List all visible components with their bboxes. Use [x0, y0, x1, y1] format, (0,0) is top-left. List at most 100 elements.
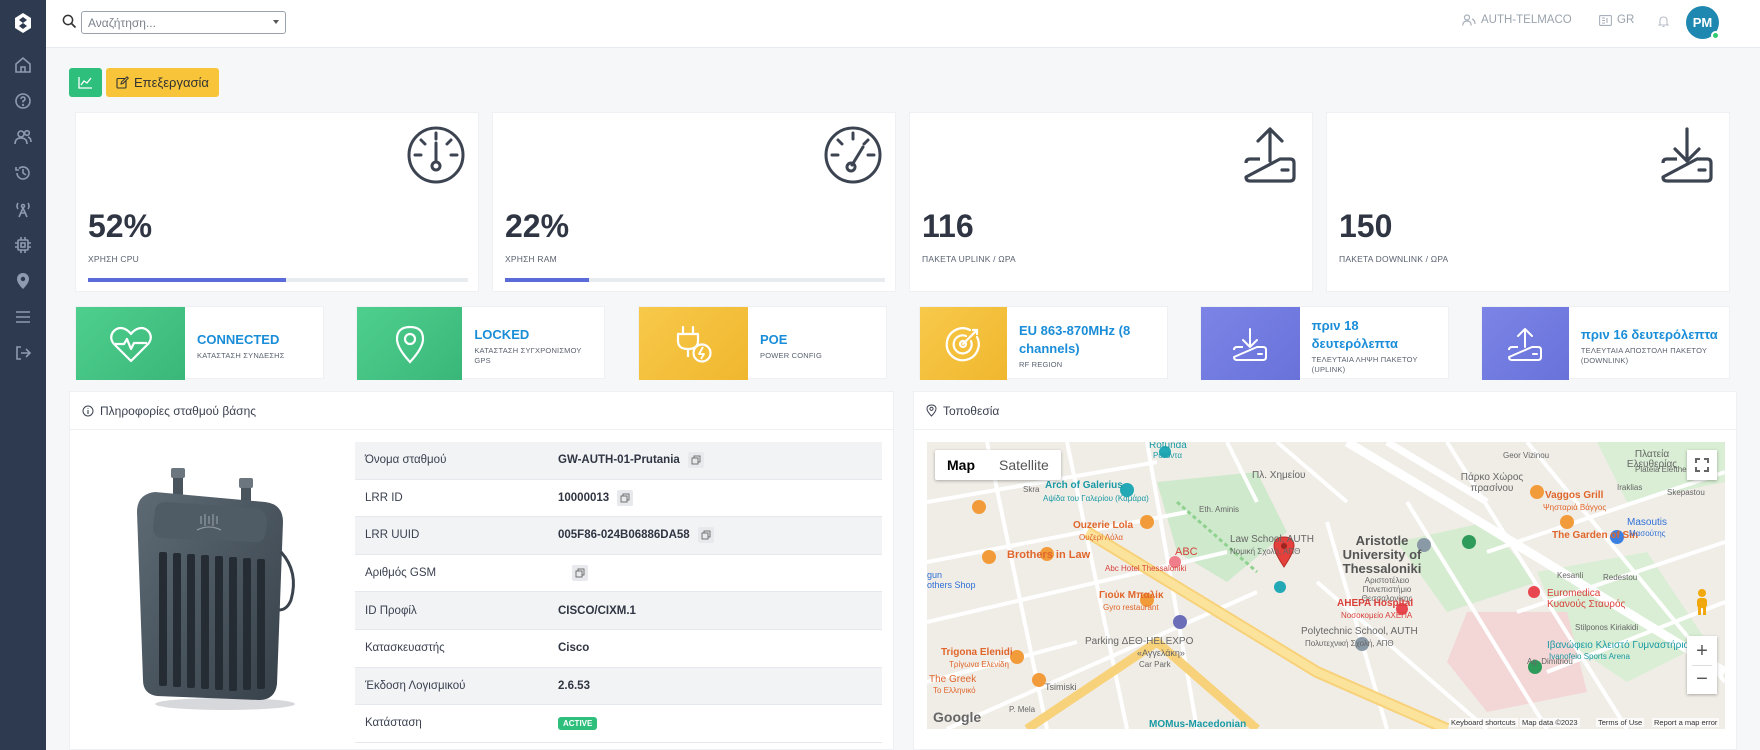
map-label: Parking ΔΕΘ-HELEXPO: [1085, 636, 1194, 647]
copy-button[interactable]: [617, 489, 634, 506]
row-key: Όνομα σταθμού: [365, 454, 447, 467]
upload-icon: [1508, 327, 1543, 361]
org-selector[interactable]: AUTH-TELMACO: [1462, 14, 1572, 26]
map-label: Redestou: [1603, 573, 1638, 582]
speedometer-icon: [824, 126, 882, 184]
map-label: Iraklias: [1617, 483, 1643, 492]
map-label: Μασούτης: [1629, 529, 1666, 538]
map-label: Tsimiski: [1045, 682, 1077, 692]
tab-satellite[interactable]: Satellite: [987, 450, 1061, 480]
map-label: «Αγγελάκη»: [1137, 648, 1185, 658]
line-chart-icon: [78, 77, 92, 89]
keyboard-shortcuts-link[interactable]: Keyboard shortcuts: [1449, 718, 1518, 727]
antenna-icon: [16, 202, 30, 218]
table-row: Κατάσταση ACTIVE: [355, 705, 882, 743]
ram-label: ΧΡΗΣΗ RAM: [505, 254, 557, 264]
last-downlink-card: πριν 16 δευτερόλεπτα ΤΕΛΕΥΤΑΙΑ ΑΠΟΣΤΟΛΗ …: [1481, 306, 1730, 380]
map-label: Aristotle University of Thessaloniki: [1342, 533, 1422, 576]
edit-button[interactable]: Επεξεργασία: [106, 68, 219, 97]
sidebar-item-users[interactable]: [0, 119, 46, 155]
google-logo: Google: [933, 709, 982, 725]
logo-icon: [15, 13, 31, 33]
copy-button[interactable]: [697, 527, 714, 544]
map-label: Eth. Aminis: [1199, 505, 1240, 514]
map-label: Γιούκ Μπαλίκ: [1099, 590, 1164, 601]
sidebar-item-logout[interactable]: [0, 335, 46, 371]
fullscreen-icon: [1695, 458, 1709, 472]
ram-progress-fill: [505, 278, 589, 282]
map-label: The Garden of Sin: [1552, 530, 1639, 541]
map-view[interactable]: Rotunda Ροτόντα Arch of Galerius Αψίδα τ…: [927, 442, 1725, 729]
map-data-credit: Map data ©2023: [1520, 718, 1580, 727]
zoom-in-button[interactable]: +: [1696, 637, 1708, 665]
gateway-device-image: [137, 468, 295, 710]
station-info-title: Πληροφορίες σταθμού βάσης: [100, 403, 257, 418]
sidebar-item-home[interactable]: [0, 47, 46, 83]
profile-id-value: CISCO/CIXM.1: [558, 604, 636, 617]
pegman-icon: [1697, 589, 1707, 615]
map-label: Πολυτεχνική Σχολή, ΑΠΘ: [1305, 639, 1394, 648]
gps-status-label: ΚΑΤΑΣΤΑΣΗ ΣΥΓΧΡΟΝΙΣΜΟΥ GPS: [474, 345, 582, 365]
cpu-usage-card: 52% ΧΡΗΣΗ CPU: [75, 112, 479, 292]
report-error-link[interactable]: Report a map error: [1652, 718, 1720, 727]
sidebar-item-devices[interactable]: [0, 227, 46, 263]
map-label: Polytechnic School, AUTH: [1301, 626, 1418, 637]
sidebar: [0, 0, 46, 750]
users-icon: [1462, 14, 1476, 26]
map-label: P. Mela: [1009, 705, 1036, 714]
map-label: Κυανούς Σταυρός: [1547, 599, 1626, 610]
copy-button[interactable]: [572, 565, 588, 582]
status-badge: ACTIVE: [558, 716, 598, 730]
radar-icon: [946, 326, 981, 361]
power-config: POE: [760, 331, 788, 347]
tab-map[interactable]: Map: [935, 450, 987, 480]
chart-button[interactable]: [69, 68, 102, 97]
map-pin-icon: [395, 325, 424, 364]
lrr-uuid-value: 005F86-024B06886DA58: [558, 529, 690, 542]
map-label: Law School, AUTH: [1230, 534, 1314, 545]
plug-icon: [676, 325, 712, 363]
fullscreen-button[interactable]: [1687, 450, 1717, 480]
rf-region: EU 863-870MHz (8 channels): [1018, 322, 1131, 356]
notifications-button[interactable]: [1658, 15, 1669, 28]
sidebar-item-history[interactable]: [0, 155, 46, 191]
sidebar-item-locations[interactable]: [0, 263, 46, 299]
location-icon: [17, 273, 29, 289]
table-row: LRR ID 10000013: [355, 480, 882, 518]
cpu-label: ΧΡΗΣΗ CPU: [88, 254, 139, 264]
lrr-id-value: 10000013: [558, 491, 610, 504]
sidebar-item-gateways[interactable]: [0, 191, 46, 227]
row-key: ID Προφίλ: [365, 604, 417, 617]
language-selector[interactable]: GR: [1599, 14, 1634, 26]
power-config-card: POE POWER CONFIG: [638, 306, 887, 380]
cpu-progress: [88, 278, 468, 282]
street-view-button[interactable]: [1687, 587, 1717, 617]
copy-button[interactable]: [687, 452, 704, 469]
sidebar-item-help[interactable]: [0, 83, 46, 119]
zoom-out-button[interactable]: −: [1696, 666, 1708, 694]
org-name: AUTH-TELMACO: [1481, 14, 1572, 26]
map-label: Car Park: [1139, 660, 1171, 669]
search-input[interactable]: Αναζήτηση...: [81, 11, 286, 34]
map-label: Τρίγωνα Ελενίδη: [949, 660, 1009, 669]
terms-link[interactable]: Terms of Use: [1596, 718, 1645, 727]
map-label: Abc Hotel Thessaloniki: [1105, 564, 1187, 573]
download-icon: [1233, 327, 1268, 361]
avatar[interactable]: PM: [1686, 6, 1720, 40]
avatar-initials: PM: [1692, 15, 1713, 30]
map-label: Brothers in Law: [1007, 549, 1091, 561]
map-label: MOMus-Macedonian: [1149, 719, 1247, 729]
last-uplink-label: ΤΕΛΕΥΤΑΙΑ ΛΗΨΗ ΠΑΚΕΤΟΥ (UPLINK): [1311, 354, 1418, 374]
ram-usage-card: 22% ΧΡΗΣΗ RAM: [492, 112, 896, 292]
map-label: Ψησταριά Βάγγος: [1543, 503, 1607, 512]
search-icon[interactable]: [62, 14, 77, 29]
map-label: others Shop: [927, 580, 976, 590]
search-placeholder: Αναζήτηση...: [88, 16, 156, 30]
map-label: Gyro restaurant: [1103, 603, 1159, 612]
station-info-table: Όνομα σταθμού GW-AUTH-01-Prutania LRR ID…: [355, 442, 882, 743]
row-key: Κατάσταση: [365, 717, 422, 730]
map-type-control: Map Satellite: [935, 450, 1061, 480]
station-name-value: GW-AUTH-01-Prutania: [558, 454, 680, 467]
sidebar-item-list[interactable]: [0, 299, 46, 335]
app-logo[interactable]: [0, 0, 46, 46]
